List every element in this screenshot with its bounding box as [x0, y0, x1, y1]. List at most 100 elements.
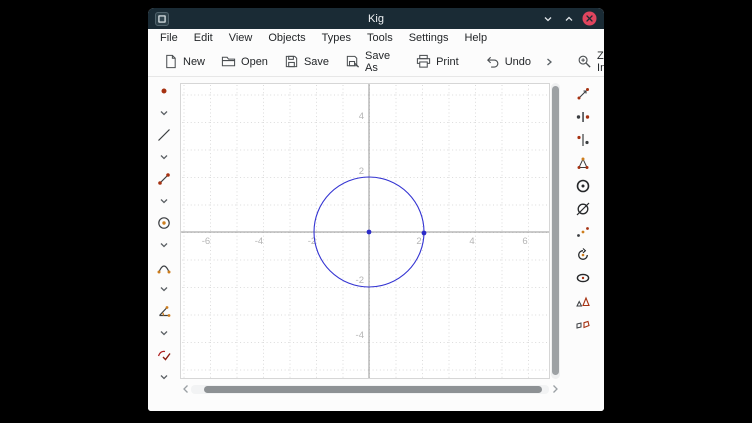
scroll-left-button[interactable] [180, 383, 191, 395]
line-tool-button[interactable] [153, 126, 175, 143]
save-as-button[interactable]: Save As [338, 47, 397, 77]
ellipse-tool-icon [575, 270, 591, 286]
similarity-tool-icon [575, 293, 591, 309]
axis-reflection-tool-button[interactable] [572, 131, 594, 148]
close-button[interactable] [582, 11, 597, 26]
app-window: Kig [148, 8, 604, 411]
inversion-tool-button[interactable] [572, 177, 594, 194]
chevron-down-icon [157, 282, 171, 296]
circle-tool-expander[interactable] [153, 236, 175, 253]
y-tick-label: -2 [356, 275, 364, 286]
segment-tool-button[interactable] [153, 170, 175, 187]
y-tick-label: 2 [359, 166, 364, 177]
segment-tool-icon [156, 171, 172, 187]
menu-item-objects[interactable]: Objects [260, 30, 313, 46]
menu-item-help[interactable]: Help [456, 30, 495, 46]
circle-line-intersect-tool-button[interactable] [572, 200, 594, 217]
radius-point[interactable] [422, 231, 427, 236]
axis-reflection-tool-icon [575, 132, 591, 148]
circle-line-intersect-tool-icon [575, 201, 591, 217]
vertical-scrollbar[interactable] [551, 83, 560, 379]
titlebar[interactable]: Kig [148, 8, 604, 29]
x-tick-label: -6 [202, 236, 210, 247]
test-tool-button[interactable] [153, 346, 175, 363]
x-tick-label: -4 [255, 236, 263, 247]
objects-toolbar [148, 77, 179, 411]
line-tool-expander[interactable] [153, 148, 175, 165]
undo-icon [485, 54, 500, 69]
triangle-tool-button[interactable] [572, 154, 594, 171]
x-tick-label: 6 [522, 236, 527, 247]
close-icon [582, 11, 597, 26]
new-document-icon [163, 54, 178, 69]
menu-item-settings[interactable]: Settings [401, 30, 457, 46]
segment-tool-expander[interactable] [153, 192, 175, 209]
rotation-tool-icon [575, 247, 591, 263]
vertical-scrollbar-thumb[interactable] [552, 86, 559, 375]
chevron-right-icon [551, 384, 559, 394]
print-icon [416, 54, 431, 69]
chevron-down-icon [157, 150, 171, 164]
center-point[interactable] [367, 230, 372, 235]
menu-item-view[interactable]: View [221, 30, 261, 46]
horizontal-scrollbar-thumb[interactable] [204, 386, 542, 393]
save-icon [284, 54, 299, 69]
point-reflection-tool-button[interactable] [572, 108, 594, 125]
open-folder-icon [221, 54, 236, 69]
save-button[interactable]: Save [277, 51, 336, 72]
y-tick-label: -4 [356, 330, 364, 341]
geometry-canvas[interactable]: -6 -4 -2 2 4 6 4 2 -2 -4 [180, 83, 550, 379]
scroll-right-button[interactable] [549, 383, 560, 395]
desktop-background: Kig [0, 0, 752, 423]
test-tool-expander[interactable] [153, 368, 175, 385]
y-tick-label: 4 [359, 111, 364, 122]
horizontal-scrollbar[interactable] [180, 383, 560, 395]
inversion-tool-icon [575, 178, 591, 194]
translation-tool-icon [575, 224, 591, 240]
chevron-down-icon [157, 238, 171, 252]
transformations-toolbar [562, 77, 604, 411]
chevron-down-icon [157, 194, 171, 208]
point-tool-button[interactable] [153, 82, 175, 99]
menu-item-tools[interactable]: Tools [359, 30, 401, 46]
angle-tool-expander[interactable] [153, 324, 175, 341]
app-icon [155, 12, 169, 26]
similarity-tool-button[interactable] [572, 292, 594, 309]
chevron-down-icon [157, 370, 171, 384]
translation-tool-button[interactable] [572, 223, 594, 240]
circle-tool-button[interactable] [153, 214, 175, 231]
zoom-in-icon [577, 54, 592, 69]
menu-item-edit[interactable]: Edit [186, 30, 221, 46]
conic-tool-button[interactable] [153, 258, 175, 275]
maximize-button[interactable] [561, 11, 576, 26]
chevron-left-icon [182, 384, 190, 394]
conic-tool-expander[interactable] [153, 280, 175, 297]
grid-lines [181, 84, 549, 378]
open-button[interactable]: Open [214, 51, 275, 72]
point-reflection-tool-icon [575, 109, 591, 125]
vector-tool-button[interactable] [572, 85, 594, 102]
undo-expander-button[interactable] [540, 53, 558, 71]
triangle-tool-icon [575, 155, 591, 171]
ellipse-tool-button[interactable] [572, 269, 594, 286]
menu-item-types[interactable]: Types [314, 30, 359, 46]
window-title: Kig [148, 13, 604, 25]
menu-item-file[interactable]: File [152, 30, 186, 46]
print-button[interactable]: Print [409, 51, 466, 72]
chevron-right-icon [543, 56, 555, 68]
horizontal-scrollbar-track[interactable] [191, 385, 549, 394]
workspace: -6 -4 -2 2 4 6 4 2 -2 -4 [148, 77, 604, 411]
test-tool-icon [156, 347, 172, 363]
projectivity-tool-button[interactable] [572, 315, 594, 332]
point-tool-icon [156, 83, 172, 99]
chevron-down-icon [157, 326, 171, 340]
shade-button[interactable] [540, 11, 555, 26]
zoom-in-button[interactable]: Zoom In [570, 47, 604, 77]
line-tool-icon [156, 127, 172, 143]
angle-tool-button[interactable] [153, 302, 175, 319]
new-button[interactable]: New [156, 51, 212, 72]
point-tool-expander[interactable] [153, 104, 175, 121]
projectivity-tool-icon [575, 316, 591, 332]
rotation-tool-button[interactable] [572, 246, 594, 263]
undo-button[interactable]: Undo [478, 51, 538, 72]
